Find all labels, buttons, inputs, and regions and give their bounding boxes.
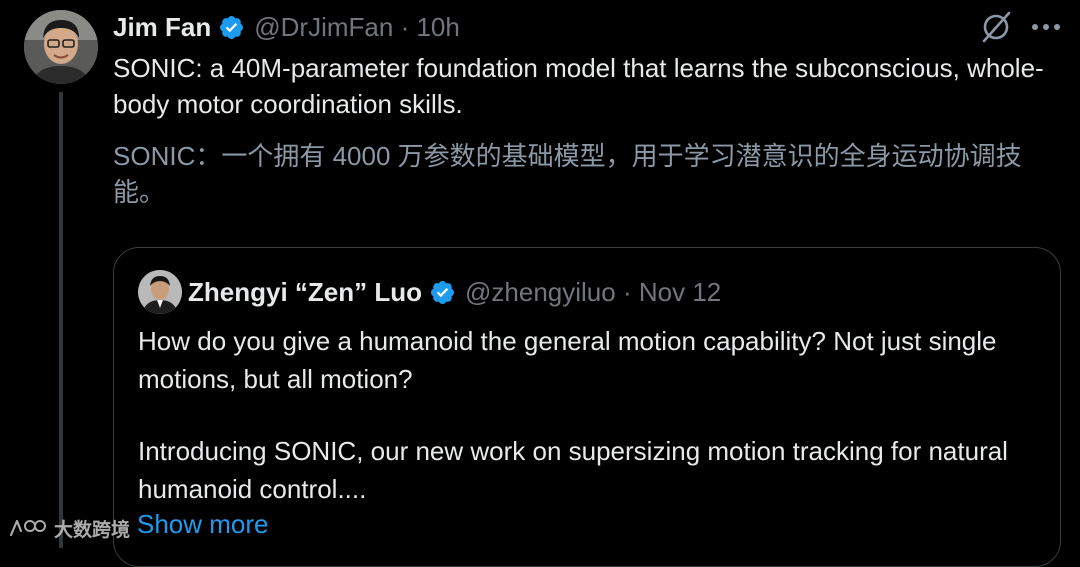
more-options-icon[interactable]	[1030, 16, 1062, 38]
watermark-text: 大数跨境	[54, 518, 131, 541]
author-handle[interactable]: @DrJimFan	[254, 12, 393, 42]
author-avatar-image	[24, 10, 98, 84]
author-avatar[interactable]	[24, 10, 98, 84]
quoted-tweet-text: How do you give a humanoid the general m…	[138, 322, 1038, 508]
thread-connector-line	[59, 92, 63, 548]
quoted-header-separator: ·	[622, 276, 632, 307]
quoted-author-avatar[interactable]	[138, 270, 182, 314]
quoted-author-handle-line: @zhengyiluo · Nov 12	[465, 277, 721, 308]
tweet-text: SONIC: a 40M-parameter foundation model …	[113, 53, 1044, 119]
verified-badge-icon[interactable]	[429, 279, 456, 306]
tweet-translation: SONIC：一个拥有 4000 万参数的基础模型，用于学习潜意识的全身运动协调技…	[113, 141, 1022, 207]
grok-icon[interactable]	[979, 10, 1013, 44]
watermark-logo-icon	[9, 519, 46, 537]
tweet-header: Jim Fan @DrJimFan · 10h	[113, 8, 460, 46]
quoted-tweet-paragraph: How do you give a humanoid the general m…	[138, 326, 997, 394]
quoted-tweet-header: Zhengyi “Zen” Luo @zhengyiluo · Nov 12	[188, 274, 721, 310]
author-name[interactable]: Jim Fan	[113, 12, 211, 43]
watermark: 大数跨境	[8, 512, 130, 544]
header-separator: ·	[400, 11, 410, 42]
quoted-author-handle[interactable]: @zhengyiluo	[465, 277, 616, 307]
quoted-tweet-timestamp[interactable]: Nov 12	[639, 277, 721, 307]
verified-badge-icon[interactable]	[218, 14, 245, 41]
quoted-tweet-paragraph: Introducing SONIC, our new work on super…	[138, 436, 1008, 504]
quoted-author-avatar-image	[138, 270, 182, 314]
author-handle-line: @DrJimFan · 10h	[254, 12, 460, 43]
show-more-link[interactable]: Show more	[137, 506, 269, 542]
tweet-timestamp[interactable]: 10h	[416, 12, 459, 42]
quoted-author-name[interactable]: Zhengyi “Zen” Luo	[188, 277, 422, 308]
